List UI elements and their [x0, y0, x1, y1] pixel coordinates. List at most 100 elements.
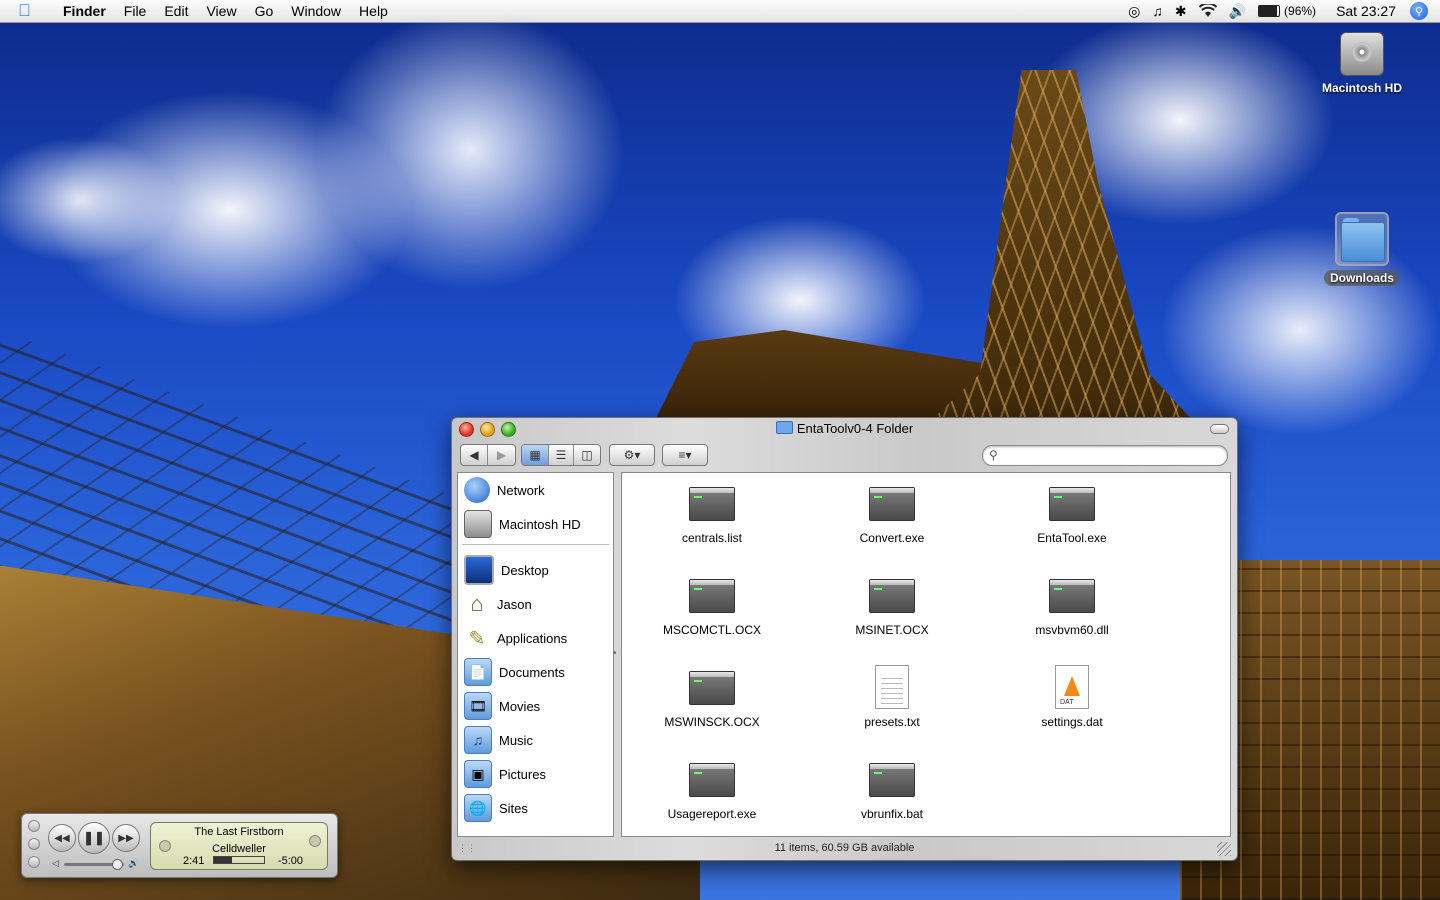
playback-progress-fill	[214, 857, 232, 863]
sync-status-icon[interactable]: ◎	[1128, 3, 1140, 20]
file-name: presets.txt	[864, 715, 920, 729]
volume-icon[interactable]: 🔊	[1229, 3, 1246, 20]
menu-app-finder[interactable]: Finder	[54, 0, 115, 22]
now-playing-display: The Last Firstborn Celldweller 2:41 -5:0…	[150, 822, 328, 870]
close-button[interactable]	[459, 422, 474, 437]
sidebar-item-pictures[interactable]: ▣ Pictures	[458, 757, 613, 791]
view-mode-control: ▦ ☰ ◫	[521, 444, 601, 466]
remaining-time: -5:00	[277, 855, 303, 867]
previous-track-button[interactable]: ◀◀	[48, 824, 76, 852]
search-input[interactable]	[1005, 447, 1219, 464]
file-item[interactable]: EntaTool.exe	[982, 481, 1162, 573]
battery-indicator[interactable]: (96%)	[1258, 4, 1316, 18]
file-name: msvbvm60.dll	[1035, 623, 1109, 637]
volume-low-icon: ◁	[52, 858, 59, 868]
search-field[interactable]: ⚲	[982, 445, 1228, 466]
file-name: settings.dat	[1041, 715, 1103, 729]
bluetooth-icon[interactable]: ✱	[1175, 3, 1187, 20]
apple-menu-icon[interactable]: 	[18, 2, 40, 20]
hard-drive-icon	[464, 510, 492, 538]
volume-high-icon: 🔊	[128, 858, 140, 868]
column-view-button[interactable]: ◫	[573, 445, 600, 465]
status-grip-icon: ⋮⋮	[458, 843, 476, 853]
spotlight-search-icon[interactable]: ⚲	[1410, 2, 1428, 20]
file-item[interactable]: DAT settings.dat	[982, 665, 1162, 757]
file-item[interactable]: Convert.exe	[802, 481, 982, 573]
playback-progress-bar[interactable]	[213, 856, 265, 864]
finder-toolbar: ◀ ▶ ▦ ☰ ◫ ⚙▾ ≡▾ ⚲	[452, 440, 1237, 474]
elapsed-time: 2:41	[183, 855, 205, 867]
back-button[interactable]: ◀	[461, 445, 487, 465]
file-item[interactable]: MSWINSCK.OCX	[622, 665, 802, 757]
headphones-icon[interactable]: ♫	[1152, 3, 1163, 19]
file-item[interactable]: msvbvm60.dll	[982, 573, 1162, 665]
list-view-button[interactable]: ☰	[548, 445, 573, 465]
resize-handle[interactable]	[1217, 842, 1231, 856]
file-name: MSWINSCK.OCX	[664, 715, 760, 729]
lcd-right-button[interactable]	[309, 835, 321, 847]
itunes-mini-player: ◀◀ ❚❚ ▶▶ ◁ 🔊 The Last Firstborn Celldwel…	[21, 813, 338, 878]
menu-help[interactable]: Help	[350, 0, 397, 22]
play-pause-button[interactable]: ❚❚	[78, 822, 110, 854]
executable-file-icon	[1049, 487, 1095, 521]
volume-knob[interactable]	[112, 859, 123, 870]
home-icon: ⌂	[470, 591, 484, 616]
documents-icon: 📄	[464, 658, 492, 686]
sidebar-item-network[interactable]: Network	[458, 473, 613, 507]
sidebar-item-label: Sites	[499, 800, 528, 816]
vlc-document-icon: DAT	[1055, 665, 1089, 709]
sidebar-item-desktop[interactable]: Desktop	[458, 553, 613, 587]
minimize-button[interactable]	[480, 422, 495, 437]
close-button[interactable]	[28, 820, 40, 832]
sidebar-item-music[interactable]: ♫ Music	[458, 723, 613, 757]
zoom-button[interactable]	[28, 856, 40, 868]
file-item[interactable]: MSINET.OCX	[802, 573, 982, 665]
sidebar-item-macintosh-hd[interactable]: Macintosh HD	[458, 507, 613, 541]
search-icon: ⚲	[989, 448, 998, 462]
desktop-icon-macintosh-hd[interactable]: Macintosh HD	[1312, 32, 1412, 96]
file-name: vbrunfix.bat	[860, 807, 924, 821]
mini-player-window-controls	[28, 820, 40, 868]
next-track-button[interactable]: ▶▶	[112, 824, 140, 852]
sidebar-item-label: Macintosh HD	[499, 516, 581, 532]
downloads-selection-box	[1335, 212, 1389, 266]
toolbar-toggle-button[interactable]	[1210, 424, 1229, 434]
desktop-icon-downloads[interactable]: Downloads	[1312, 212, 1412, 286]
sidebar-item-applications[interactable]: ✎ Applications	[458, 621, 613, 655]
window-title: EntaToolv0-4 Folder	[796, 421, 914, 436]
menu-file[interactable]: File	[115, 0, 156, 22]
finder-titlebar[interactable]: EntaToolv0-4 Folder	[452, 418, 1237, 440]
menu-go[interactable]: Go	[246, 0, 283, 22]
desktop-icon-label: Macintosh HD	[1321, 81, 1402, 95]
sidebar-item-movies[interactable]: 🎞 Movies	[458, 689, 613, 723]
menu-extras: ◎ ♫ ✱ 🔊 (96%) Sat 23:27 ⚲	[1122, 0, 1440, 22]
zoom-button[interactable]	[501, 422, 516, 437]
forward-button[interactable]: ▶	[487, 445, 515, 465]
menu-clock[interactable]: Sat 23:27	[1336, 3, 1396, 19]
menu-edit[interactable]: Edit	[155, 0, 197, 22]
volume-slider[interactable]: ◁ 🔊	[52, 858, 142, 870]
icon-view-button[interactable]: ▦	[522, 445, 548, 465]
file-item[interactable]: presets.txt	[802, 665, 982, 757]
wifi-icon[interactable]	[1198, 4, 1217, 18]
track-title: The Last Firstborn	[194, 826, 284, 838]
sidebar-splitter[interactable]: •	[613, 648, 619, 659]
sidebar-item-jason[interactable]: ⌂ Jason	[458, 587, 613, 621]
executable-file-icon	[689, 487, 735, 521]
minimize-button[interactable]	[28, 838, 40, 850]
file-icon-view: centrals.list Convert.exe EntaTool.exe M…	[621, 472, 1231, 837]
folder-icon	[1339, 218, 1385, 262]
sidebar-item-label: Desktop	[501, 562, 549, 578]
menu-view[interactable]: View	[197, 0, 245, 22]
executable-file-icon	[1049, 579, 1095, 613]
battery-percent: (96%)	[1284, 4, 1317, 18]
sidebar-item-sites[interactable]: 🌐 Sites	[458, 791, 613, 825]
file-name: Usagereport.exe	[667, 807, 757, 821]
sidebar-item-documents[interactable]: 📄 Documents	[458, 655, 613, 689]
sites-icon: 🌐	[464, 794, 492, 822]
action-menu-button[interactable]: ⚙▾	[609, 444, 655, 466]
arrange-menu-button[interactable]: ≡▾	[662, 444, 708, 466]
file-item[interactable]: centrals.list	[622, 481, 802, 573]
menu-window[interactable]: Window	[282, 0, 350, 22]
file-item[interactable]: MSCOMCTL.OCX	[622, 573, 802, 665]
